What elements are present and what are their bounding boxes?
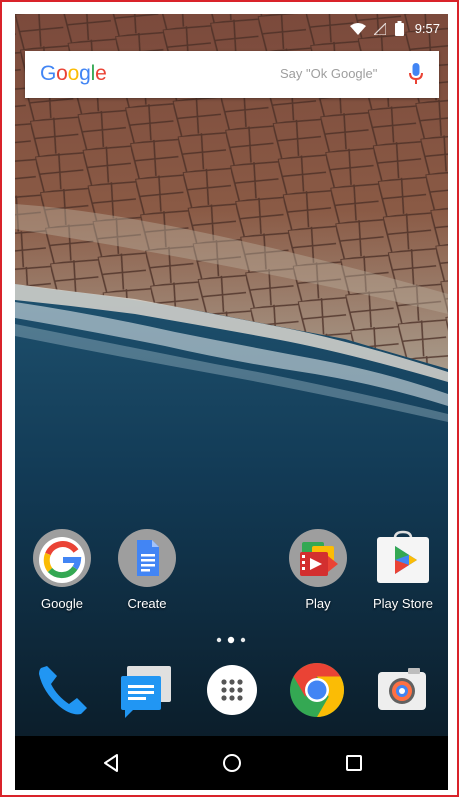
app-google[interactable]: Google	[21, 528, 103, 611]
page-indicator	[216, 636, 246, 644]
phone-screen: 9:57 Google Say "Ok Google" Google Creat…	[15, 14, 448, 790]
google-app-icon	[32, 528, 92, 588]
messenger-icon[interactable]	[117, 660, 177, 720]
voice-search-hint: Say "Ok Google"	[280, 66, 378, 81]
play-folder-icon	[288, 528, 348, 588]
camera-icon[interactable]	[372, 660, 432, 720]
google-logo: Google	[40, 62, 107, 86]
chrome-icon[interactable]	[287, 660, 347, 720]
app-label: Play	[305, 596, 331, 611]
back-icon[interactable]	[99, 750, 125, 776]
navigation-bar	[15, 736, 448, 790]
clock: 9:57	[414, 21, 440, 36]
microphone-icon[interactable]	[409, 63, 423, 85]
battery-icon	[395, 21, 404, 36]
logo-letter: g	[79, 62, 91, 85]
play-store-icon	[373, 528, 433, 588]
home-icon[interactable]	[219, 750, 245, 776]
app-label: Create	[127, 596, 167, 611]
logo-letter: e	[95, 62, 107, 85]
logo-letter: G	[40, 62, 57, 85]
logo-letter: o	[67, 62, 80, 85]
app-label: Play Store	[373, 596, 433, 611]
signal-icon	[374, 23, 386, 35]
logo-letter: o	[56, 62, 68, 85]
app-play-folder[interactable]: Play	[277, 528, 359, 611]
phone-icon[interactable]	[31, 660, 91, 720]
app-drawer-icon[interactable]	[202, 660, 262, 720]
app-create[interactable]: Create	[106, 528, 188, 611]
status-bar: 9:57	[15, 14, 448, 44]
google-search-bar[interactable]: Google Say "Ok Google"	[25, 51, 439, 98]
app-play-store[interactable]: Play Store	[362, 528, 444, 611]
app-label: Google	[41, 596, 83, 611]
wifi-icon	[350, 23, 366, 35]
create-docs-icon	[117, 528, 177, 588]
recents-icon[interactable]	[341, 750, 367, 776]
